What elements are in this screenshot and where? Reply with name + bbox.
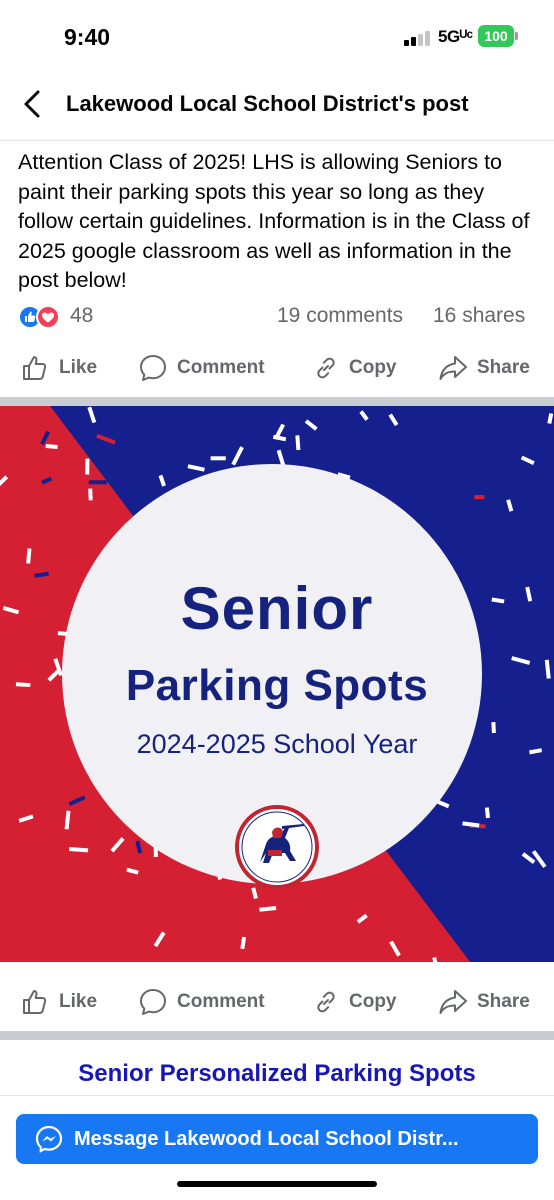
link-icon [317, 991, 335, 1013]
image-copy-button[interactable]: Copy [312, 978, 397, 1026]
message-button-label: Message Lakewood Local School Distr... [74, 1127, 459, 1150]
chevron-left-icon [24, 90, 40, 118]
image-year: 2024-2025 School Year [136, 729, 418, 759]
network-label: 5Gᵁᶜ [438, 27, 473, 46]
post-image[interactable]: Senior Parking Spots 2024-2025 School Ye… [0, 406, 554, 962]
section-divider [0, 1031, 554, 1040]
cellular-signal-icon [404, 30, 430, 46]
share-arrow-icon [439, 990, 467, 1014]
image-comment-button[interactable]: Comment [138, 978, 265, 1026]
comment-label: Comment [177, 357, 265, 378]
reaction-icons[interactable] [18, 305, 64, 329]
status-bar: 9:40 5Gᵁᶜ 100 [0, 0, 554, 70]
share-label: Share [477, 991, 530, 1012]
image-headline: Senior [180, 575, 374, 642]
knight-mascot-icon [234, 804, 320, 890]
post-header: Lakewood Local School District's post [0, 70, 554, 140]
thumbs-up-icon [23, 356, 47, 380]
copy-label: Copy [349, 991, 397, 1012]
like-label: Like [59, 991, 98, 1012]
link-icon [317, 357, 335, 379]
image-like-button[interactable]: Like [20, 978, 97, 1026]
thumbs-up-icon [23, 990, 47, 1014]
like-label: Like [59, 357, 98, 378]
section-divider [0, 397, 554, 406]
copy-button[interactable]: Copy [312, 344, 397, 392]
post-actions: Like Comment Copy Share [0, 344, 554, 392]
comment-bubble-icon [140, 989, 166, 1015]
messenger-icon [35, 1125, 63, 1153]
image-subheadline: Parking Spots [125, 661, 429, 710]
like-button[interactable]: Like [20, 344, 97, 392]
comment-bubble-icon [140, 355, 166, 381]
link-preview-title[interactable]: Senior Personalized Parking Spots [0, 1060, 554, 1088]
comment-label: Comment [177, 991, 265, 1012]
home-indicator [177, 1181, 377, 1187]
post-text: Attention Class of 2025! LHS is allowing… [18, 150, 530, 292]
message-page-button[interactable]: Message Lakewood Local School Distr... [16, 1114, 538, 1164]
share-arrow-icon [439, 356, 467, 380]
shares-count[interactable]: 16 shares [433, 304, 525, 328]
copy-label: Copy [349, 357, 397, 378]
reactions-summary[interactable]: 48 19 comments 16 shares [0, 302, 554, 332]
share-label: Share [477, 357, 530, 378]
header-divider [0, 140, 554, 141]
bottom-divider [0, 1095, 554, 1096]
battery-level: 100 [478, 25, 514, 47]
image-actions: Like Comment Copy Share [0, 978, 554, 1026]
battery-icon: 100 [478, 25, 518, 47]
share-button[interactable]: Share [438, 344, 530, 392]
status-time: 9:40 [64, 24, 111, 50]
reaction-count[interactable]: 48 [70, 304, 93, 328]
love-icon [36, 305, 60, 329]
comment-button[interactable]: Comment [138, 344, 265, 392]
image-share-button[interactable]: Share [438, 978, 530, 1026]
comments-count[interactable]: 19 comments [277, 304, 403, 328]
back-button[interactable] [18, 86, 50, 122]
page-title: Lakewood Local School District's post [66, 91, 469, 116]
